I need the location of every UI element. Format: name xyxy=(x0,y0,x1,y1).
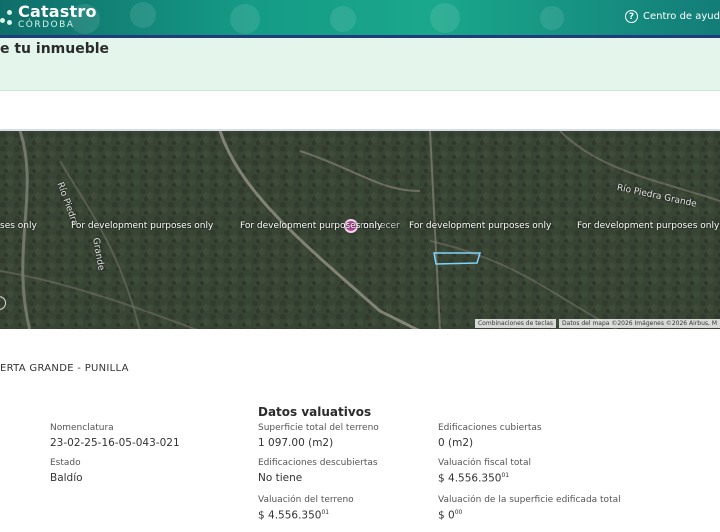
field-value: 0 (m2) xyxy=(438,437,474,449)
field-valuacion-edificada: Valuación de la superficie edificada tot… xyxy=(438,495,621,522)
logo-subtitle: CÓRDOBA xyxy=(18,20,75,30)
help-center-label: Centro de ayud xyxy=(643,11,720,22)
field-nomenclatura: Nomenclatura 23-02-25-16-05-043-021 xyxy=(50,423,180,449)
header-decor xyxy=(130,2,156,28)
field-value: Baldío xyxy=(50,472,83,484)
header-decor xyxy=(540,6,564,30)
map-data-credit: Datos del mapa ©2026 Imágenes ©2026 Airb… xyxy=(559,319,720,328)
field-value: $ 4.556.35001 xyxy=(258,509,330,522)
field-label: Valuación de la superficie edificada tot… xyxy=(438,495,621,505)
field-valuacion-terreno: Valuación del terreno $ 4.556.35001 xyxy=(258,495,354,522)
keyboard-shortcuts-link[interactable]: Combinaciones de teclas xyxy=(474,319,557,328)
map-watermark: ses only xyxy=(0,221,37,231)
logo-title: Catastro xyxy=(18,2,97,21)
title-band: e tu inmueble xyxy=(0,38,720,90)
map-watermark: For development purposes only xyxy=(71,221,214,231)
page-title: e tu inmueble xyxy=(0,41,110,57)
field-label: Edificaciones cubiertas xyxy=(438,423,542,433)
question-circle-icon: ? xyxy=(625,10,638,23)
map-watermark: For development purposes only xyxy=(409,221,552,231)
field-label: Edificaciones descubiertas xyxy=(258,458,378,468)
field-value: No tiene xyxy=(258,472,303,484)
field-label: Valuación del terreno xyxy=(258,495,354,505)
field-edificaciones-descubiertas: Edificaciones descubiertas No tiene xyxy=(258,458,378,484)
field-label: Nomenclatura xyxy=(50,423,114,433)
logo[interactable]: Catastro CÓRDOBA xyxy=(0,4,97,30)
map-watermark: For development purposes only xyxy=(577,221,720,231)
map-watermark: For development purposes only xyxy=(240,221,383,231)
divider xyxy=(0,90,720,91)
map-view[interactable]: Río Piedra Grande Río Piedra Grande mane… xyxy=(0,129,720,329)
map-attribution: Combinaciones de teclas Datos del mapa ©… xyxy=(472,319,720,328)
field-estado: Estado Baldío xyxy=(50,458,83,484)
logo-mark-icon xyxy=(0,6,14,28)
header-decor xyxy=(430,3,460,33)
valuation-section-title: Datos valuativos xyxy=(258,405,372,419)
field-edificaciones-cubiertas: Edificaciones cubiertas 0 (m2) xyxy=(438,423,542,449)
field-label: Valuación fiscal total xyxy=(438,458,531,468)
field-value: $ 000 xyxy=(438,509,463,522)
field-valuacion-fiscal: Valuación fiscal total $ 4.556.35001 xyxy=(438,458,531,485)
field-superficie: Superficie total del terreno 1 097.00 (m… xyxy=(258,423,379,449)
field-label: Superficie total del terreno xyxy=(258,423,379,433)
location-text: ERTA GRANDE - PUNILLA xyxy=(0,363,129,374)
field-value: 1 097.00 (m2) xyxy=(258,437,334,449)
field-label: Estado xyxy=(50,458,81,468)
app-header: Catastro CÓRDOBA ? Centro de ayud xyxy=(0,0,720,38)
help-center-link[interactable]: ? Centro de ayud xyxy=(625,10,720,23)
field-value: 23-02-25-16-05-043-021 xyxy=(50,437,180,449)
header-decor xyxy=(330,6,356,32)
field-value: $ 4.556.35001 xyxy=(438,472,510,485)
header-decor xyxy=(230,4,260,34)
